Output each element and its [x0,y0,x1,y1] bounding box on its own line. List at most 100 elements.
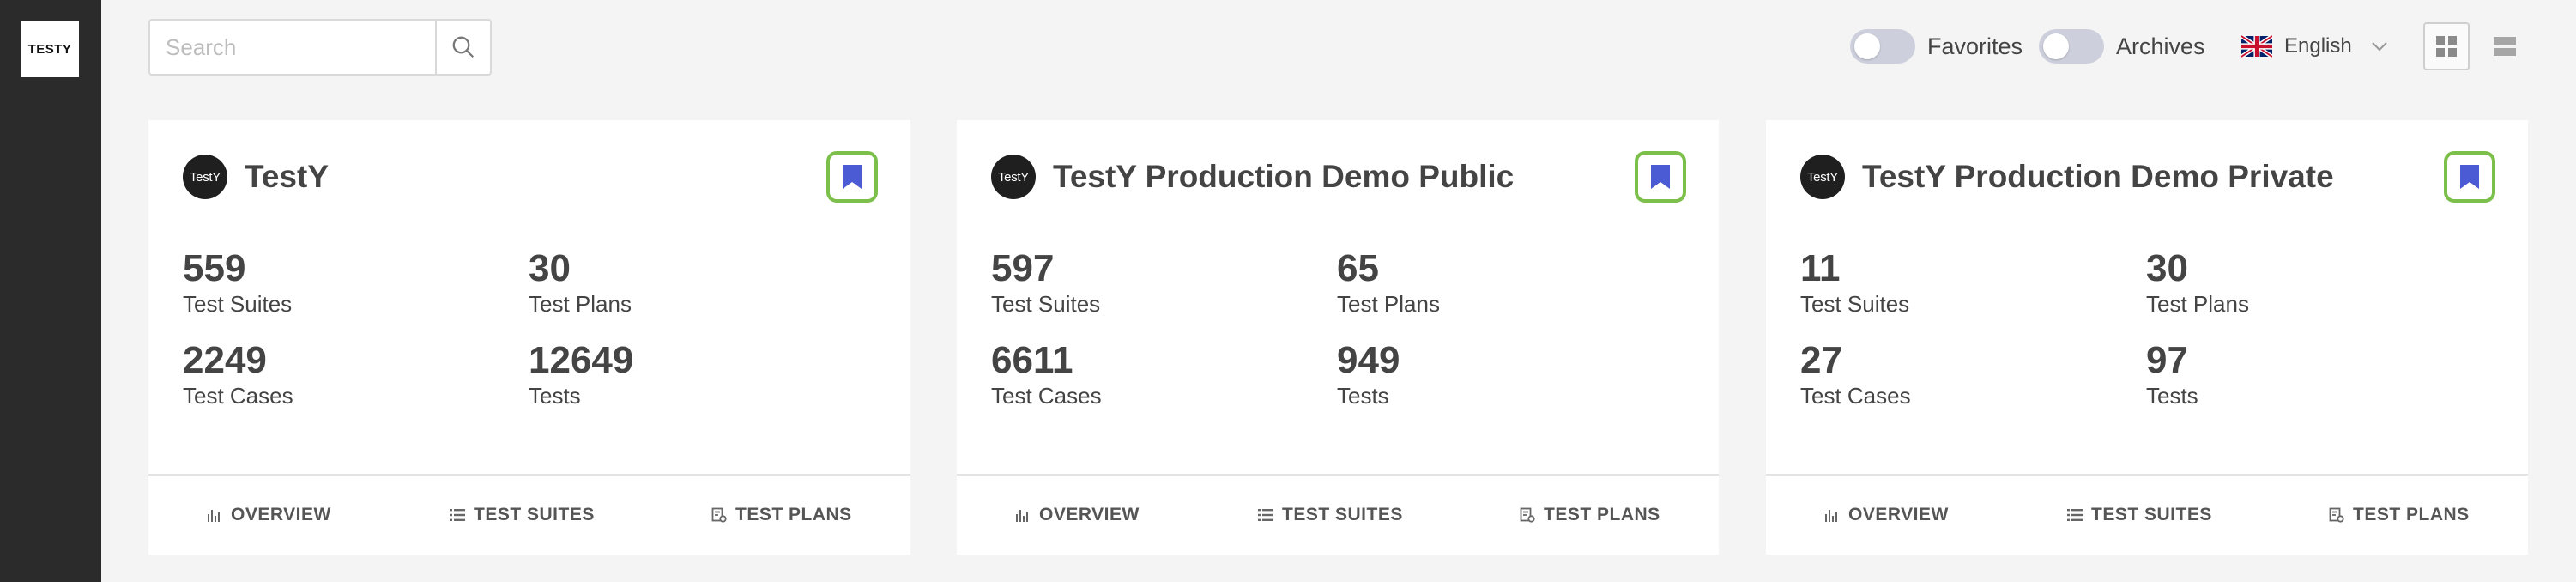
stat-test-suites: 11 Test Suites [1800,247,1909,318]
project-avatar: TestY [991,155,1036,199]
overview-label: OVERVIEW [231,505,331,524]
stat-test-suites: 559 Test Suites [183,247,292,318]
stat-test-cases: 6611 Test Cases [991,339,1102,409]
project-card[interactable]: TestY TestY Production Demo Public 597 T… [957,120,1719,555]
stat-value: 6611 [991,339,1073,381]
search-icon [452,36,475,58]
test-suites-link[interactable]: TEST SUITES [450,476,595,555]
project-avatar: TestY [1800,155,1845,199]
toggle-knob [1854,33,1880,59]
stat-label: Test Suites [183,291,293,317]
stat-value: 11 [1800,247,1841,289]
stat-label: Tests [1337,383,1389,409]
stat-value: 949 [1337,339,1400,381]
bar-chart-icon [1016,510,1028,522]
test-plan-icon [711,507,727,523]
stat-value: 65 [1337,247,1379,289]
stat-test-plans: 30 Test Plans [2146,247,2249,318]
test-plan-icon [2329,507,2344,523]
test-suites-label: TEST SUITES [1282,505,1403,524]
test-plan-icon [1520,507,1535,523]
stat-value: 97 [2146,339,2188,381]
card-footer: OVERVIEW TEST SUITES TEST PLANS [148,474,910,555]
test-suites-link[interactable]: TEST SUITES [2067,476,2212,555]
test-plans-link[interactable]: TEST PLANS [1520,476,1660,555]
stat-label: Test Cases [991,383,1102,409]
favorites-label: Favorites [1927,33,2023,59]
stat-test-plans: 65 Test Plans [1337,247,1440,318]
bookmark-icon [843,165,862,189]
test-suites-link[interactable]: TEST SUITES [1258,476,1403,555]
search-button[interactable] [435,19,492,76]
archives-label: Archives [2116,33,2205,59]
stat-value: 12649 [529,339,634,381]
search-input[interactable] [148,19,435,76]
card-footer: OVERVIEW TEST SUITES TEST PLANS [1766,474,2528,555]
test-suites-label: TEST SUITES [2091,505,2212,524]
list-icon [2067,509,2083,521]
test-plans-link[interactable]: TEST PLANS [2329,476,2470,555]
stat-label: Test Plans [1337,291,1440,317]
sidebar: TESTY [0,0,101,582]
favorites-toggle[interactable] [1850,29,1915,64]
stat-tests: 12649 Tests [529,339,633,409]
overview-link[interactable]: OVERVIEW [207,476,331,555]
bar-chart-icon [208,510,220,522]
project-card[interactable]: TestY TestY 559 Test Suites 30 Test Plan… [148,120,910,555]
bar-chart-icon [1825,510,1837,522]
favorite-button[interactable] [826,151,878,203]
card-footer: OVERVIEW TEST SUITES TEST PLANS [957,474,1719,555]
stat-label: Tests [2146,383,2198,409]
test-plans-label: TEST PLANS [1544,505,1660,524]
test-plans-link[interactable]: TEST PLANS [711,476,852,555]
archives-toggle[interactable] [2039,29,2104,64]
chevron-down-icon [2372,42,2387,52]
stat-label: Test Plans [2146,291,2249,317]
test-plans-label: TEST PLANS [2353,505,2470,524]
overview-link[interactable]: OVERVIEW [1015,476,1140,555]
card-header: TestY TestY Production Demo Public [991,149,1514,204]
project-title[interactable]: TestY Production Demo Private [1862,159,2334,195]
language-label: English [2284,34,2352,58]
search-bar [148,19,492,76]
stat-value: 27 [1800,339,1842,381]
stat-test-cases: 2249 Test Cases [183,339,293,409]
project-title[interactable]: TestY [245,159,329,195]
stat-value: 2249 [183,339,267,381]
grid-icon [2436,36,2457,57]
stat-tests: 97 Tests [2146,339,2198,409]
uk-flag-icon [2241,35,2272,58]
project-card[interactable]: TestY TestY Production Demo Private 11 T… [1766,120,2528,555]
stat-label: Test Suites [991,291,1101,317]
stat-label: Test Plans [529,291,632,317]
overview-label: OVERVIEW [1848,505,1949,524]
stat-test-cases: 27 Test Cases [1800,339,1911,409]
stat-test-suites: 597 Test Suites [991,247,1100,318]
stat-label: Test Cases [183,383,293,409]
stat-label: Tests [529,383,581,409]
bookmark-icon [1651,165,1670,189]
overview-link[interactable]: OVERVIEW [1824,476,1949,555]
grid-view-button[interactable] [2423,22,2470,70]
stat-label: Test Cases [1800,383,1911,409]
archives-filter: Archives [2039,26,2205,67]
stat-test-plans: 30 Test Plans [529,247,632,318]
list-icon [1258,509,1273,521]
toggle-knob [2043,33,2069,59]
stat-tests: 949 Tests [1337,339,1400,409]
list-view-button[interactable] [2482,22,2528,70]
list-view-icon [2494,37,2516,56]
favorite-button[interactable] [1635,151,1686,203]
favorites-filter: Favorites [1850,26,2023,67]
stat-label: Test Suites [1800,291,1910,317]
card-header: TestY TestY [183,149,329,204]
test-plans-label: TEST PLANS [735,505,852,524]
favorite-button[interactable] [2444,151,2495,203]
list-icon [450,509,465,521]
bookmark-icon [2460,165,2479,189]
test-suites-label: TEST SUITES [474,505,595,524]
app-logo[interactable]: TESTY [21,21,79,77]
stat-value: 30 [2146,247,2188,289]
project-title[interactable]: TestY Production Demo Public [1053,159,1514,195]
language-selector[interactable]: English [2241,26,2388,67]
